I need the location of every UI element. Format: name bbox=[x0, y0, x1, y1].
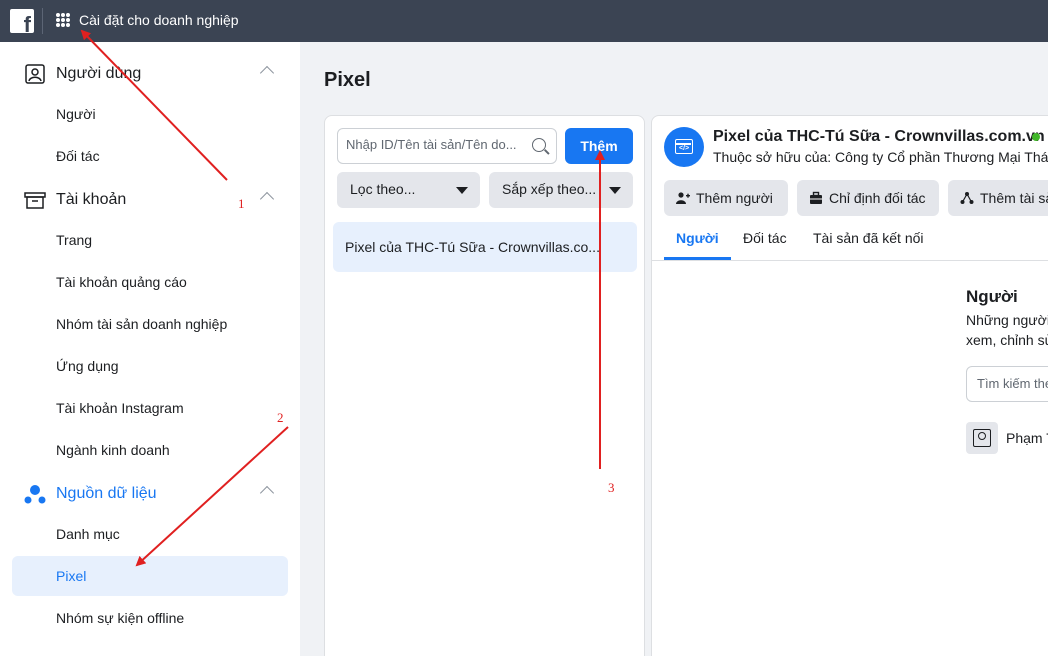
top-bar: f Cài đặt cho doanh nghiệp bbox=[0, 0, 1048, 42]
sidebar-section-accounts[interactable]: Tài khoản bbox=[24, 186, 284, 214]
pixel-detail-panel: </> Pixel của THC-Tú Sữa - Crownvillas.c… bbox=[651, 115, 1048, 656]
annotation-label-3: 3 bbox=[608, 480, 615, 495]
pixel-owner: Thuộc sở hữu của: Công ty Cổ phần Thương… bbox=[713, 149, 1048, 165]
topbar-divider bbox=[42, 8, 43, 34]
filter-dropdown[interactable]: Lọc theo... bbox=[337, 172, 480, 208]
sidebar-item-instagram-accounts[interactable]: Tài khoản Instagram bbox=[12, 388, 288, 428]
caret-down-icon bbox=[609, 187, 621, 194]
person-avatar-icon bbox=[966, 422, 998, 454]
sidebar-item-catalogs[interactable]: Danh mục bbox=[12, 514, 288, 554]
sidebar-item-offline-event-sets[interactable]: Nhóm sự kiện offline bbox=[12, 598, 288, 638]
add-people-button[interactable]: Thêm người bbox=[664, 180, 788, 216]
search-icon[interactable] bbox=[532, 138, 546, 152]
app-grid-icon[interactable] bbox=[56, 13, 70, 27]
pixel-list-item[interactable]: Pixel của THC-Tú Sữa - Crownvillas.co... bbox=[333, 222, 637, 272]
sidebar-item-apps[interactable]: Ứng dụng bbox=[12, 346, 288, 386]
chevron-up-icon[interactable] bbox=[259, 65, 275, 81]
tab-connected-assets[interactable]: Tài sản đã kết nối bbox=[813, 230, 924, 246]
add-assets-button[interactable]: Thêm tài sả bbox=[948, 180, 1048, 216]
asset-search-input[interactable] bbox=[346, 137, 526, 152]
archive-box-icon bbox=[24, 192, 46, 209]
sort-dropdown[interactable]: Sắp xếp theo... bbox=[489, 172, 633, 208]
asset-search-box[interactable] bbox=[337, 128, 557, 164]
data-sources-icon bbox=[24, 485, 46, 504]
assign-partner-button[interactable]: Chỉ định đối tác bbox=[797, 180, 939, 216]
chevron-up-icon[interactable] bbox=[259, 485, 275, 501]
tab-partners[interactable]: Đối tác bbox=[743, 230, 787, 246]
person-name[interactable]: Phạm T bbox=[1006, 430, 1048, 446]
add-person-icon bbox=[676, 192, 690, 204]
sidebar-section-data-sources[interactable]: Nguồn dữ liệu bbox=[24, 480, 284, 508]
sidebar-item-partners[interactable]: Đối tác bbox=[12, 136, 288, 176]
sidebar: Người dùng Người Đối tác Tài khoản Trang… bbox=[0, 42, 300, 656]
people-section-title: Người bbox=[966, 287, 1018, 306]
sidebar-section-label: Nguồn dữ liệu bbox=[56, 485, 157, 502]
page-title: Pixel bbox=[324, 69, 371, 91]
sidebar-section-label: Người dùng bbox=[56, 65, 142, 82]
people-search-box[interactable] bbox=[966, 366, 1048, 402]
facebook-logo-icon[interactable]: f bbox=[10, 9, 34, 36]
sidebar-item-pages[interactable]: Trang bbox=[12, 220, 288, 260]
user-card-icon bbox=[25, 64, 45, 84]
sidebar-item-business-lines[interactable]: Ngành kinh doanh bbox=[12, 430, 288, 470]
connected-nodes-icon bbox=[960, 192, 974, 204]
pixel-name: Pixel của THC-Tú Sữa - Crownvillas.com.v… bbox=[713, 128, 1045, 145]
status-dot bbox=[1032, 133, 1040, 141]
people-search-input[interactable] bbox=[977, 376, 1048, 391]
sidebar-item-pixel[interactable]: Pixel bbox=[12, 556, 288, 596]
people-section-description: Những người xem, chỉnh sử bbox=[966, 312, 1048, 348]
tab-people[interactable]: Người bbox=[676, 230, 719, 246]
sidebar-item-business-asset-groups[interactable]: Nhóm tài sản doanh nghiệp bbox=[12, 304, 288, 344]
sidebar-item-ad-accounts[interactable]: Tài khoản quảng cáo bbox=[12, 262, 288, 302]
tab-divider bbox=[652, 260, 1048, 261]
add-pixel-button[interactable]: Thêm bbox=[565, 128, 633, 164]
briefcase-icon bbox=[810, 191, 822, 204]
chevron-up-icon[interactable] bbox=[259, 191, 275, 207]
sidebar-item-people[interactable]: Người bbox=[12, 94, 288, 134]
pixel-list-panel: Thêm Lọc theo... Sắp xếp theo... Pixel c… bbox=[324, 115, 645, 656]
caret-down-icon bbox=[456, 187, 468, 194]
sidebar-section-label: Tài khoản bbox=[56, 191, 127, 208]
business-settings-title[interactable]: Cài đặt cho doanh nghiệp bbox=[79, 12, 239, 28]
sidebar-section-users[interactable]: Người dùng bbox=[24, 60, 284, 88]
annotation-label-1: 1 bbox=[238, 196, 245, 211]
pixel-code-icon: </> bbox=[664, 127, 704, 167]
annotation-label-2: 2 bbox=[277, 410, 284, 425]
